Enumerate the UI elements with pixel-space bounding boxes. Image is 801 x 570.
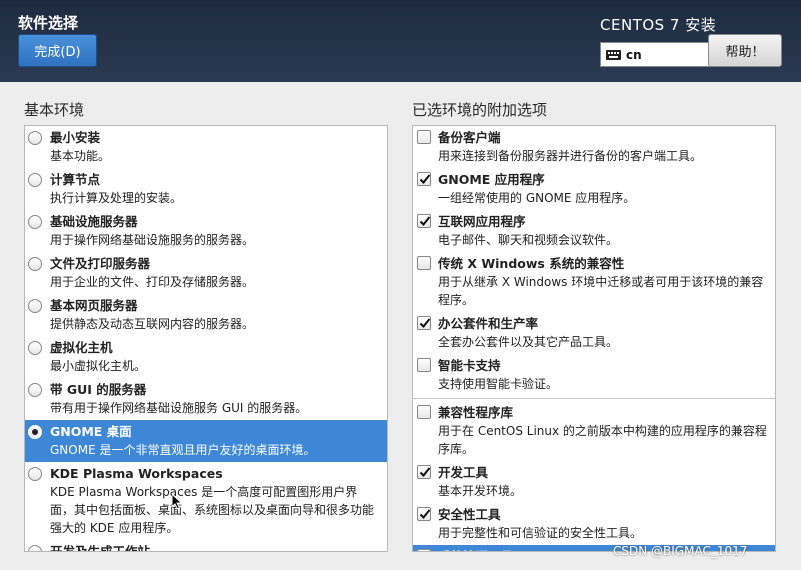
radio-button[interactable] [28, 467, 42, 481]
base-env-item[interactable]: 虚拟化主机最小虚拟化主机。 [25, 336, 387, 378]
addons-list[interactable]: 备份客户端 用来连接到备份服务器并进行备份的客户端工具。 GNOME 应用程序 一组经… [412, 125, 776, 552]
checkbox[interactable] [417, 405, 431, 419]
checkmark-icon [419, 467, 431, 477]
addon-item[interactable]: 办公套件和生产率全套办公套件以及其它产品工具。 [413, 312, 775, 354]
addon-item-name: 兼容性程序库 [438, 405, 514, 420]
addons-heading: 已选环境的附加选项 [412, 101, 548, 119]
base-env-item[interactable]: GNOME 桌面 GNOME 是一个非常直观且用户友好的桌面环境。 [25, 420, 387, 462]
addon-item[interactable]: 安全性工具用于完整性和可信验证的安全性工具。 [413, 503, 775, 545]
base-env-item-name: 开发及生成工作站 [50, 544, 151, 552]
checkbox[interactable] [417, 465, 431, 479]
base-env-item-desc: 执行计算及处理的安装。 [50, 191, 183, 205]
base-env-item-desc: GNOME 是一个非常直观且用户友好的桌面环境。 [50, 443, 316, 457]
addon-item-desc: 用于从继承 X Windows 环境中迁移或者可用于该环境的兼容程序。 [438, 275, 764, 307]
base-env-item-name: KDE Plasma Workspaces [50, 466, 223, 481]
done-button[interactable]: 完成(D) [18, 34, 97, 67]
base-env-item-name: 虚拟化主机 [50, 340, 113, 355]
addon-item-desc: 一组经常使用的 GNOME 应用程序。 [438, 191, 636, 205]
page-title: 软件选择 [18, 14, 79, 32]
checkmark-icon [419, 174, 431, 184]
base-environment-list[interactable]: 最小安装基本功能。计算节点执行计算及处理的安装。 基础设施服务器用于操作网络基础设… [24, 125, 388, 552]
addon-item[interactable]: 传统 X Windows 系统的兼容性用于从继承 X Windows 环境中迁移… [413, 252, 775, 312]
addon-item-name: 智能卡支持 [438, 358, 501, 373]
addon-item-desc: 基本开发环境。 [438, 484, 523, 498]
radio-button[interactable] [28, 383, 42, 397]
checkbox[interactable] [417, 507, 431, 521]
base-env-item-name: 带 GUI 的服务器 [50, 382, 147, 397]
mouse-cursor-icon [172, 494, 183, 510]
checkbox[interactable] [417, 316, 431, 330]
checkbox[interactable] [417, 130, 431, 144]
addon-item-name: 备份客户端 [438, 130, 501, 145]
base-environment-heading: 基本环境 [24, 101, 85, 119]
watermark: CSDN @BIGMAC_1017 [613, 544, 748, 558]
base-env-item-desc: 用于企业的文件、打印及存储服务器。 [50, 275, 255, 289]
checkbox[interactable] [417, 358, 431, 372]
radio-button[interactable] [28, 131, 42, 145]
addon-item[interactable]: 备份客户端用来连接到备份服务器并进行备份的客户端工具。 [413, 126, 775, 168]
base-env-item-name: 基础设施服务器 [50, 214, 138, 229]
addon-item-name: 互联网应用程序 [438, 214, 526, 229]
base-env-item[interactable]: KDE Plasma Workspaces KDE Plasma Workspac… [25, 462, 387, 540]
addon-item-name: 传统 X Windows 系统的兼容性 [438, 256, 625, 271]
base-env-item-desc: 提供静态及动态互联网内容的服务器。 [50, 317, 255, 331]
base-env-item-desc: 基本功能。 [50, 149, 111, 163]
base-env-item-desc: KDE Plasma Workspaces 是一个高度可配置图形用户界面，其中包… [50, 485, 375, 535]
radio-button[interactable] [28, 425, 42, 439]
keyboard-icon [606, 49, 621, 60]
addon-item[interactable]: 互联网应用程序电子邮件、聊天和视频会议软件。 [413, 210, 775, 252]
addon-item-name: 开发工具 [438, 465, 489, 480]
addon-item-desc: 用于完整性和可信验证的安全性工具。 [438, 526, 643, 540]
radio-button[interactable] [28, 299, 42, 313]
addon-item[interactable]: 兼容性程序库用于在 CentOS Linux 的之前版本中构建的应用程序的兼容程… [413, 401, 775, 461]
addon-item[interactable]: 开发工具基本开发环境。 [413, 461, 775, 503]
base-env-item-desc: 带有用于操作网络基础设施服务 GUI 的服务器。 [50, 401, 308, 415]
radio-button[interactable] [28, 215, 42, 229]
addon-item-desc: 用于在 CentOS Linux 的之前版本中构建的应用程序的兼容程序库。 [438, 424, 767, 456]
addon-item-name: 办公套件和生产率 [438, 316, 539, 331]
base-env-item-name: 文件及打印服务器 [50, 256, 151, 271]
help-button[interactable]: 帮助！ [708, 34, 782, 67]
addon-item[interactable]: GNOME 应用程序一组经常使用的 GNOME 应用程序。 [413, 168, 775, 210]
product-title: CENTOS 7 安装 [600, 16, 717, 34]
base-env-item-name: 基本网页服务器 [50, 298, 138, 313]
radio-button[interactable] [28, 341, 42, 355]
base-env-item-name: 最小安装 [50, 130, 101, 145]
checkbox[interactable] [417, 256, 431, 270]
checkmark-icon [419, 318, 431, 328]
base-env-item[interactable]: 最小安装 基本功能。 [25, 126, 387, 168]
base-env-item[interactable]: 基本网页服务器提供静态及动态互联网内容的服务器。 [25, 294, 387, 336]
addon-item-name: GNOME 应用程序 [438, 172, 545, 187]
base-env-item[interactable]: 计算节点执行计算及处理的安装。 [25, 168, 387, 210]
addon-item[interactable]: 智能卡支持支持使用智能卡验证。 [413, 354, 775, 396]
keyboard-layout-label: cn [626, 47, 642, 62]
addon-item-name: 安全性工具 [438, 507, 501, 522]
checkbox[interactable] [417, 172, 431, 186]
base-env-item[interactable]: 带 GUI 的服务器带有用于操作网络基础设施服务 GUI 的服务器。 [25, 378, 387, 420]
checkbox[interactable] [417, 549, 431, 552]
top-header-bar: 软件选择 完成(D) CENTOS 7 安装 cn 帮助！ [0, 0, 801, 82]
base-env-item-desc: 用于操作网络基础设施服务的服务器。 [50, 233, 255, 247]
base-env-item[interactable]: 基础设施服务器用于操作网络基础设施服务的服务器。 [25, 210, 387, 252]
base-env-item[interactable]: 开发及生成工作站用于软件、硬件、图形或者内容开发的工作站。 [25, 540, 387, 552]
checkbox[interactable] [417, 214, 431, 228]
checkmark-icon [419, 550, 431, 552]
base-env-item-desc: 最小虚拟化主机。 [50, 359, 147, 373]
addon-item-desc: 电子邮件、聊天和视频会议软件。 [438, 233, 619, 247]
base-env-item-name: 计算节点 [50, 172, 101, 187]
keyboard-layout-indicator[interactable]: cn [600, 42, 710, 67]
addon-item-desc: 支持使用智能卡验证。 [438, 377, 559, 391]
radio-button[interactable] [28, 257, 42, 271]
base-env-item-name: GNOME 桌面 [50, 424, 132, 439]
addon-item-desc: 用来连接到备份服务器并进行备份的客户端工具。 [438, 149, 703, 163]
checkmark-icon [419, 216, 431, 226]
base-env-item[interactable]: 文件及打印服务器用于企业的文件、打印及存储服务器。 [25, 252, 387, 294]
checkmark-icon [419, 509, 431, 519]
radio-button[interactable] [28, 545, 42, 551]
radio-button[interactable] [28, 173, 42, 187]
addons-divider [413, 398, 775, 399]
addon-item-desc: 全套办公套件以及其它产品工具。 [438, 335, 619, 349]
